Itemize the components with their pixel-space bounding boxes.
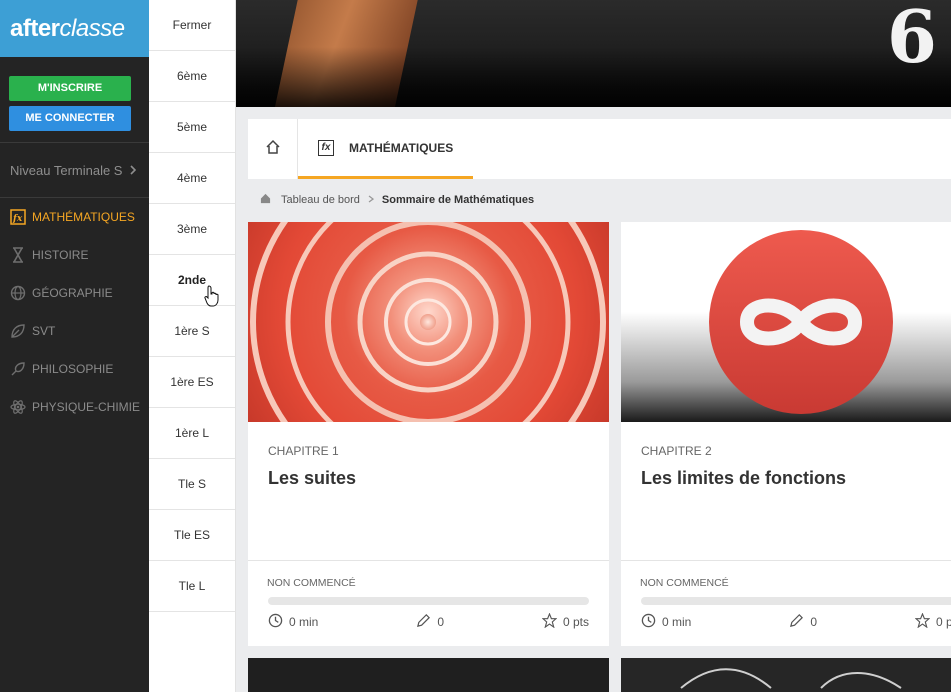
fx-icon: fx bbox=[318, 139, 334, 156]
level-option[interactable]: 4ème bbox=[149, 153, 235, 204]
logo-text-classe: classe bbox=[59, 14, 126, 42]
tab-mathematiques[interactable]: fx MATHÉMATIQUES bbox=[298, 119, 474, 179]
level-selector-label: Niveau Terminale S bbox=[10, 162, 123, 178]
time-stat: 0 min bbox=[268, 613, 318, 631]
breadcrumb: Tableau de bord Sommaire de Mathématique… bbox=[260, 193, 534, 207]
subject-label: MATHÉMATIQUES bbox=[32, 210, 135, 224]
level-option[interactable]: Tle S bbox=[149, 459, 235, 510]
logo-text-after: after bbox=[10, 14, 60, 42]
chapter-stats: 0 min 0 0 pts bbox=[268, 612, 589, 631]
level-selector[interactable]: Niveau Terminale S bbox=[0, 143, 149, 197]
chapter-image bbox=[248, 222, 609, 422]
signup-button[interactable]: M'INSCRIRE bbox=[9, 76, 131, 101]
level-option[interactable]: 1ère ES bbox=[149, 357, 235, 408]
svg-text:fx: fx bbox=[12, 214, 23, 224]
afterclasse-logo[interactable]: after classe bbox=[0, 0, 149, 57]
chapter-progress-section: NON COMMENCÉ 0 min 0 0 pts bbox=[248, 560, 609, 646]
hourglass-icon bbox=[10, 247, 26, 263]
time-value: 0 min bbox=[289, 615, 319, 629]
chapter-title: Les suites bbox=[268, 468, 357, 488]
subject-histoire[interactable]: HISTOIRE bbox=[0, 236, 149, 274]
progress-bar bbox=[268, 597, 589, 605]
subject-mathematiques[interactable]: fx MATHÉMATIQUES bbox=[0, 198, 149, 236]
time-value: 0 min bbox=[662, 615, 692, 629]
star-icon bbox=[541, 612, 558, 631]
level-option[interactable]: 3ème bbox=[149, 204, 235, 255]
exercises-stat: 0 bbox=[789, 613, 817, 631]
chapter-stats: 0 min 0 0 pts bbox=[641, 612, 951, 631]
points-value: 0 pts bbox=[562, 615, 589, 629]
level-option[interactable]: Tle L bbox=[149, 561, 235, 612]
time-stat: 0 min bbox=[641, 613, 691, 631]
level-close[interactable]: Fermer bbox=[149, 0, 235, 51]
points-value: 0 pts bbox=[935, 615, 951, 629]
points-stat: 0 pts bbox=[914, 612, 951, 631]
progress-status: NON COMMENCÉ bbox=[267, 577, 356, 589]
level-option[interactable]: 6ème bbox=[149, 51, 235, 102]
chevron-right-icon bbox=[129, 163, 137, 178]
clock-icon bbox=[641, 613, 656, 631]
chapter-number: CHAPITRE 1 bbox=[268, 444, 339, 458]
login-button[interactable]: ME CONNECTER bbox=[9, 106, 131, 131]
subject-philosophie[interactable]: PHILOSOPHIE bbox=[0, 350, 149, 388]
subject-label: PHILOSOPHIE bbox=[32, 362, 114, 376]
subject-label: HISTOIRE bbox=[32, 248, 89, 262]
subject-svt[interactable]: SVT bbox=[0, 312, 149, 350]
sidebar: after classe M'INSCRIRE ME CONNECTER Nive… bbox=[0, 0, 149, 692]
clock-icon bbox=[268, 613, 283, 631]
level-option[interactable]: Tle ES bbox=[149, 510, 235, 561]
pencil-icon bbox=[789, 613, 804, 631]
chapter-card[interactable]: CHAPITRE 2 Les limites de fonctions NON … bbox=[621, 222, 951, 646]
pencil-icon bbox=[416, 613, 431, 631]
tab-label: MATHÉMATIQUES bbox=[349, 140, 454, 155]
points-stat: 0 pts bbox=[541, 612, 589, 631]
subject-tabbar: fx MATHÉMATIQUES bbox=[248, 119, 951, 179]
subject-label: GÉOGRAPHIE bbox=[32, 286, 113, 300]
level-option[interactable]: 2nde bbox=[149, 255, 235, 306]
exercises-stat: 0 bbox=[416, 613, 444, 631]
chapter-number: CHAPITRE 2 bbox=[641, 444, 712, 458]
exercises-value: 0 bbox=[810, 615, 817, 629]
level-option[interactable]: 1ère S bbox=[149, 306, 235, 357]
hand-cursor-icon bbox=[204, 285, 220, 312]
chapter-image bbox=[680, 668, 902, 689]
chapter-card-partial[interactable] bbox=[621, 658, 951, 692]
level-dropdown: Fermer 6ème 5ème 4ème 3ème 2nde 1ère S 1… bbox=[149, 0, 236, 692]
tab-home[interactable] bbox=[248, 119, 298, 179]
chapter-progress-section: NON COMMENCÉ 0 min 0 0 pts bbox=[621, 560, 951, 646]
subject-label: PHYSIQUE-CHIMIE bbox=[32, 400, 141, 414]
chapter-card-partial[interactable] bbox=[248, 658, 609, 692]
subject-physique-chimie[interactable]: PHYSIQUE-CHIMIE bbox=[0, 388, 149, 426]
banner-digit: 6 bbox=[886, 0, 937, 79]
star-icon bbox=[914, 612, 931, 631]
chapter-image bbox=[621, 222, 951, 422]
progress-bar bbox=[641, 597, 951, 605]
breadcrumb-home-link[interactable]: Tableau de bord bbox=[281, 194, 360, 206]
banner-fade bbox=[236, 47, 951, 107]
chevron-right-icon bbox=[368, 194, 374, 206]
globe-icon bbox=[10, 285, 26, 301]
leaf-icon bbox=[10, 323, 26, 339]
quill-icon bbox=[10, 361, 26, 377]
subject-geographie[interactable]: GÉOGRAPHIE bbox=[0, 274, 149, 312]
header-banner: 6 bbox=[236, 0, 951, 107]
atom-icon bbox=[10, 399, 26, 415]
subject-label: SVT bbox=[32, 324, 56, 338]
fx-icon: fx bbox=[10, 209, 26, 225]
home-icon bbox=[265, 139, 281, 160]
home-icon bbox=[260, 193, 271, 207]
chapter-title: Les limites de fonctions bbox=[641, 468, 847, 488]
level-option[interactable]: 1ère L bbox=[149, 408, 235, 459]
level-option[interactable]: 5ème bbox=[149, 102, 235, 153]
chapter-card[interactable]: CHAPITRE 1 Les suites NON COMMENCÉ 0 min… bbox=[248, 222, 609, 646]
breadcrumb-current: Sommaire de Mathématiques bbox=[381, 194, 535, 206]
exercises-value: 0 bbox=[437, 615, 444, 629]
progress-status: NON COMMENCÉ bbox=[640, 577, 729, 589]
